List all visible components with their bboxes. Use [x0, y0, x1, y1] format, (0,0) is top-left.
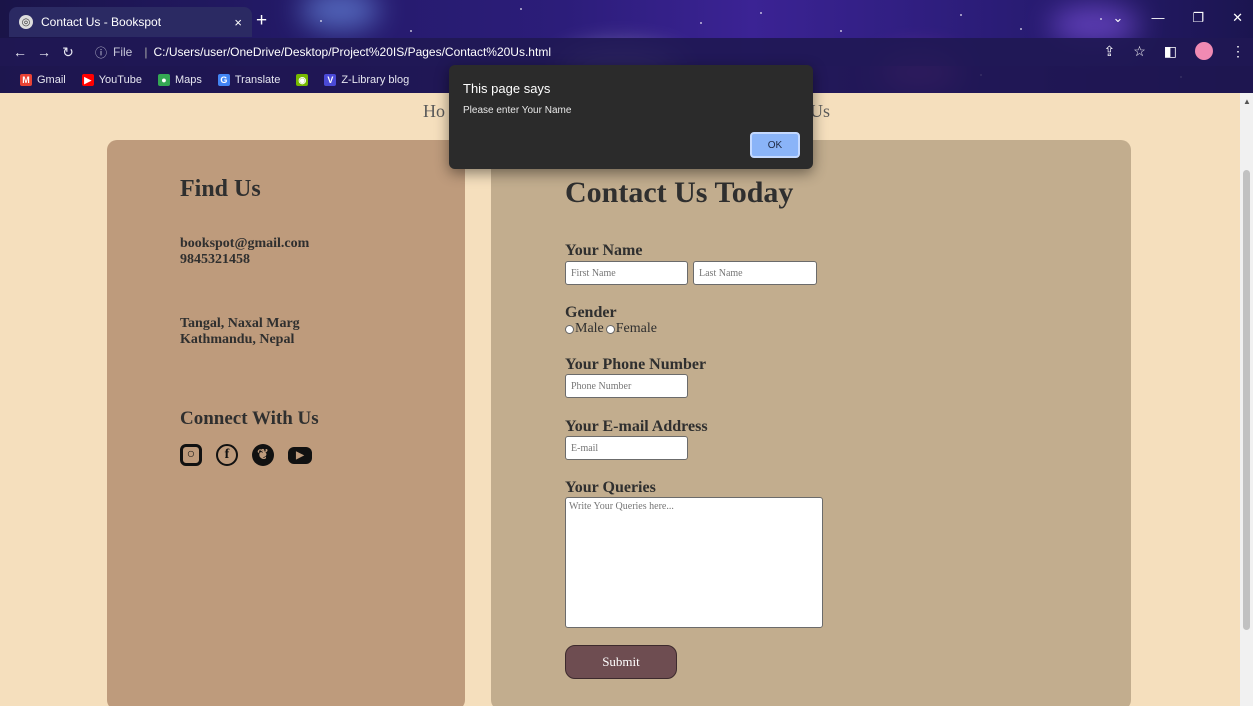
bookmark-maps[interactable]: ● Maps: [157, 73, 202, 86]
gender-radio-group: Male Female: [565, 321, 657, 337]
nav-link-home[interactable]: Ho: [423, 101, 445, 122]
queries-textarea[interactable]: [565, 497, 823, 628]
contact-title: Contact Us Today: [565, 176, 794, 209]
bookmark-label: Translate: [234, 73, 281, 86]
find-us-panel: Find Us bookspot@gmail.com 9845321458 Ta…: [107, 140, 465, 706]
dialog-message: Please enter Your Name: [463, 105, 572, 116]
tab-search-icon[interactable]: ⌄: [1113, 10, 1124, 26]
twitter-icon[interactable]: ❦: [252, 444, 274, 466]
bookmark-gmail[interactable]: M Gmail: [20, 73, 66, 86]
nvidia-icon: ◉: [296, 73, 309, 86]
connect-title: Connect With Us: [180, 408, 319, 429]
facebook-icon[interactable]: f: [216, 444, 238, 466]
toolbar: ← → ↻ ⓘ File | C:/Users/user/OneDrive/De…: [0, 38, 1253, 66]
maps-icon: ●: [157, 73, 170, 86]
address-info-label: File: [113, 45, 133, 59]
menu-icon[interactable]: ⋮: [1231, 43, 1245, 60]
profile-avatar[interactable]: [1195, 42, 1213, 60]
bookmark-translate[interactable]: G Translate: [217, 73, 281, 86]
browser-tab-active[interactable]: ◎ Contact Us - Bookspot ×: [9, 7, 252, 37]
scroll-up-icon[interactable]: ▲: [1243, 97, 1251, 106]
globe-icon: ◎: [19, 15, 33, 29]
address-url[interactable]: C:/Users/user/OneDrive/Desktop/Project%2…: [153, 45, 551, 59]
female-radio[interactable]: [605, 324, 615, 334]
back-icon[interactable]: ←: [8, 44, 32, 60]
social-links: ○ f ❦ ▶: [180, 444, 312, 466]
bookmark-youtube[interactable]: ▶ YouTube: [81, 73, 142, 86]
restore-icon[interactable]: ❐: [1192, 10, 1204, 26]
dialog-ok-button[interactable]: OK: [750, 132, 800, 158]
queries-label: Your Queries: [565, 479, 656, 496]
bookmark-label: Maps: [174, 73, 202, 86]
email-label: Your E-mail Address: [565, 418, 708, 435]
translate-icon: G: [217, 73, 230, 86]
gender-label: Gender: [565, 304, 617, 321]
phone-label: Your Phone Number: [565, 356, 707, 373]
zlibrary-icon: V: [324, 73, 337, 86]
side-panel-icon[interactable]: ◧: [1164, 43, 1177, 60]
bookmark-zlibrary[interactable]: V Z-Library blog: [324, 73, 410, 86]
bookmark-star-icon[interactable]: ☆: [1133, 43, 1146, 60]
contact-form-panel: Contact Us Today Your Name Gender Male F…: [491, 140, 1131, 706]
reload-icon[interactable]: ↻: [56, 44, 80, 61]
info-icon[interactable]: ⓘ: [95, 44, 107, 61]
contact-phone: 9845321458: [180, 252, 250, 267]
forward-icon[interactable]: →: [32, 44, 56, 60]
submit-button[interactable]: Submit: [565, 645, 677, 679]
bookmark-nvidia[interactable]: ◉: [296, 73, 309, 86]
address-line-1: Tangal, Naxal Marg: [180, 316, 300, 331]
share-icon[interactable]: ⇪: [1103, 43, 1115, 60]
address-bar[interactable]: ⓘ File | C:/Users/user/OneDrive/Desktop/…: [95, 41, 1115, 63]
youtube-icon[interactable]: ▶: [288, 447, 312, 464]
bookmark-label: Gmail: [37, 73, 66, 86]
address-line-2: Kathmandu, Nepal: [180, 332, 295, 347]
last-name-input[interactable]: [693, 261, 817, 285]
scrollbar-thumb[interactable]: [1243, 170, 1250, 630]
dialog-title: This page says: [463, 81, 551, 96]
tab-close-icon[interactable]: ×: [234, 15, 242, 30]
instagram-icon[interactable]: ○: [180, 444, 202, 466]
male-radio[interactable]: [565, 324, 574, 334]
tab-title: Contact Us - Bookspot: [41, 15, 162, 29]
female-label: Female: [615, 321, 657, 336]
contact-email: bookspot@gmail.com: [180, 236, 310, 251]
address-separator: |: [144, 45, 148, 59]
youtube-icon: ▶: [81, 73, 94, 86]
gmail-icon: M: [20, 73, 32, 86]
name-label: Your Name: [565, 242, 643, 259]
close-window-icon[interactable]: ✕: [1232, 10, 1243, 26]
phone-input[interactable]: [565, 374, 688, 398]
bookmark-label: Z-Library blog: [341, 73, 410, 86]
alert-dialog: This page says Please enter Your Name OK: [449, 65, 813, 169]
page-scrollbar[interactable]: ▲: [1240, 93, 1253, 706]
bookmark-label: YouTube: [98, 73, 142, 86]
window-controls: ⌄ — ❐ ✕: [1113, 10, 1243, 26]
first-name-input[interactable]: [565, 261, 688, 285]
nav-link-about[interactable]: Us: [810, 101, 830, 122]
find-us-title: Find Us: [180, 176, 261, 202]
new-tab-button[interactable]: +: [256, 11, 267, 30]
minimize-icon[interactable]: —: [1151, 10, 1164, 26]
page-content: Ho Us Find Us bookspot@gmail.com 9845321…: [0, 93, 1240, 706]
email-input[interactable]: [565, 436, 688, 460]
toolbar-actions: ⇪ ☆ ◧ ⋮: [1103, 42, 1245, 60]
male-label: Male: [575, 321, 604, 336]
